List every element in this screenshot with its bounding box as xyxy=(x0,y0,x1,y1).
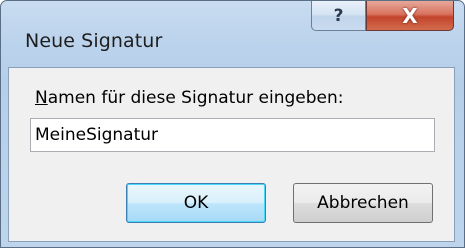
help-button[interactable]: ? xyxy=(311,1,366,31)
dialog-content: Namen für diese Signatur eingeben: OK Ab… xyxy=(8,67,455,242)
signature-name-input[interactable] xyxy=(30,118,435,152)
close-icon: X xyxy=(402,3,418,28)
label-text: amen für diese Signatur eingeben: xyxy=(47,88,344,108)
help-icon: ? xyxy=(333,5,344,26)
cancel-button[interactable]: Abbrechen xyxy=(293,183,433,223)
dialog-title: Neue Signatur xyxy=(25,30,163,52)
dialog-window: Neue Signatur ? X Namen für diese Signat… xyxy=(0,0,465,248)
label-access-key: N xyxy=(35,88,48,108)
signature-name-label: Namen für diese Signatur eingeben: xyxy=(35,88,343,108)
close-button[interactable]: X xyxy=(366,1,454,31)
ok-button[interactable]: OK xyxy=(126,183,266,223)
